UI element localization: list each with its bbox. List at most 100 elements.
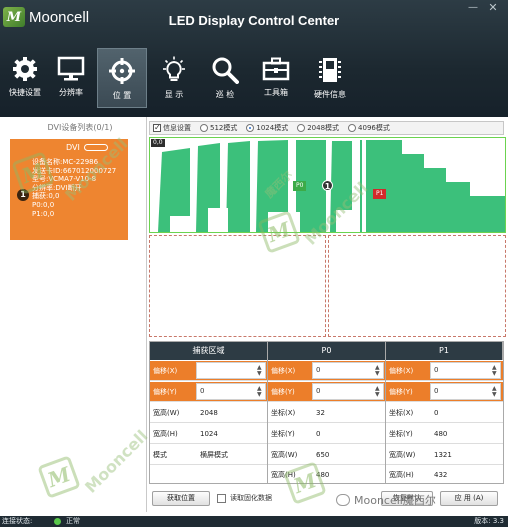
p1-coord-y-value[interactable]: 480	[434, 424, 447, 444]
field-label: 宽高(H)	[389, 471, 414, 479]
field-label: 宽高(H)	[153, 430, 178, 438]
tool-label: 显 示	[164, 90, 184, 99]
mode-radio-1024[interactable]: 1024模式	[246, 123, 288, 133]
p1-height-row: 宽高(H) 432	[386, 465, 503, 485]
tool-label: 位 置	[112, 91, 132, 100]
field-label: 偏移(Y)	[389, 388, 413, 396]
column-header: 捕获区域	[150, 342, 268, 360]
field-value: 0	[316, 366, 321, 374]
p1-width-value[interactable]: 1321	[434, 445, 452, 465]
apply-button[interactable]: 应 用 (A)	[440, 491, 498, 506]
capture-width-value[interactable]: 2048	[200, 403, 218, 423]
p0-offset-y-row: 偏移(Y) 0 ▲ ▼	[268, 382, 386, 402]
layout-canvas[interactable]: 0,0 P0 P1 1	[149, 137, 506, 337]
p0-offset-x-input[interactable]: 0 ▲ ▼	[312, 362, 384, 379]
mode-label: 2048模式	[307, 124, 340, 132]
capture-offset-y-input[interactable]: 0 ▲ ▼	[196, 383, 266, 400]
p1-column: P1 偏移(X) 0 ▲ ▼ 偏移(Y) 0 ▲ ▼ 坐标(X) 0 坐标(Y) 4…	[386, 342, 503, 483]
read-solidified-label: 读取固化数据	[230, 494, 272, 502]
position-table: 捕获区域 偏移(X) ▲ ▼ 偏移(Y) 0 ▲ ▼ 宽高(W) 2048 宽高(H…	[149, 341, 504, 484]
checkbox-icon	[217, 493, 226, 503]
capture-mode-select[interactable]: 横屏模式	[200, 445, 228, 465]
spinner-icon[interactable]: ▲ ▼	[492, 386, 498, 398]
p0-coord-y-value[interactable]: 0	[316, 424, 320, 444]
capture-column: 捕获区域 偏移(X) ▲ ▼ 偏移(Y) 0 ▲ ▼ 宽高(W) 2048 宽高(H…	[150, 342, 268, 483]
mode-label: 4096模式	[358, 124, 390, 132]
zone-tag: 0,0	[151, 139, 165, 147]
field-label: 坐标(Y)	[389, 430, 413, 438]
tool-toolbox[interactable]: 工具箱	[251, 48, 301, 108]
capture-height-value[interactable]: 1024	[200, 424, 218, 444]
mode-bar: ✓ 信息设置 512模式 1024模式 2048模式 4096模式	[149, 121, 504, 135]
spinner-icon[interactable]: ▲ ▼	[257, 386, 263, 398]
p1-offset-y-row: 偏移(Y) 0 ▲ ▼	[386, 382, 503, 402]
p0-marker[interactable]: P0	[293, 181, 307, 191]
info-settings-label: 信息设置	[163, 124, 191, 132]
p0-offset-y-input[interactable]: 0 ▲ ▼	[312, 383, 384, 400]
p1-offset-x-input[interactable]: 0 ▲ ▼	[430, 362, 501, 379]
capture-offset-x-row: 偏移(X) ▲ ▼	[150, 361, 268, 381]
spinner-icon[interactable]: ▲ ▼	[375, 365, 381, 377]
watermark-logo-icon: M	[37, 455, 81, 499]
field-label: 坐标(X)	[271, 409, 296, 417]
tool-display[interactable]: 显 示	[149, 48, 199, 108]
close-button[interactable]: ✕	[486, 2, 500, 14]
mode-radio-512[interactable]: 512模式	[200, 123, 237, 133]
get-position-button[interactable]: 获取位置	[152, 491, 210, 506]
p0-coord-x-value[interactable]: 32	[316, 403, 325, 423]
wechat-icon	[336, 494, 350, 506]
field-label: 模式	[153, 451, 167, 459]
mode-radio-2048[interactable]: 2048模式	[297, 123, 339, 133]
card-dvi-label: DVI	[66, 143, 80, 152]
capture-offset-y-row: 偏移(Y) 0 ▲ ▼	[150, 382, 268, 402]
toolbox-icon	[262, 57, 290, 81]
tool-quick-setup[interactable]: 快捷设置	[0, 48, 50, 108]
p1-offset-x-row: 偏移(X) 0 ▲ ▼	[386, 361, 503, 381]
tool-label: 硬件信息	[314, 90, 346, 99]
radio-icon	[297, 124, 306, 132]
column-divider	[267, 342, 268, 483]
tool-position[interactable]: 位 置	[97, 48, 147, 108]
field-value: 0	[316, 387, 321, 395]
p1-height-value[interactable]: 432	[434, 465, 447, 485]
p1-marker[interactable]: P1	[373, 189, 387, 199]
empty-zone-left[interactable]	[149, 235, 326, 337]
p0-coord-x-row: 坐标(X) 32	[268, 403, 386, 423]
device-info-line: P1:0,0	[32, 209, 55, 218]
field-label: 宽高(W)	[153, 409, 180, 417]
p0-coord-y-row: 坐标(Y) 0	[268, 424, 386, 444]
mode-radio-4096[interactable]: 4096模式	[348, 123, 390, 133]
chip-icon	[319, 58, 341, 82]
p0-offset-x-row: 偏移(X) 0 ▲ ▼	[268, 361, 386, 381]
bulb-icon	[163, 56, 185, 81]
p1-coord-y-row: 坐标(Y) 480	[386, 424, 503, 444]
field-label: 偏移(X)	[389, 367, 414, 375]
minimize-button[interactable]: —	[466, 2, 480, 14]
field-label: 偏移(X)	[271, 367, 296, 375]
empty-zone-right[interactable]	[328, 235, 506, 337]
p1-offset-y-input[interactable]: 0 ▲ ▼	[430, 383, 501, 400]
field-label: 坐标(X)	[389, 409, 414, 417]
field-value: 0	[434, 387, 439, 395]
connection-state: 正常	[66, 517, 80, 525]
tool-label: 快捷设置	[9, 88, 41, 97]
crosshair-icon	[109, 58, 135, 84]
info-settings-checkbox[interactable]: ✓ 信息设置	[150, 123, 191, 133]
capture-width-row: 宽高(W) 2048	[150, 403, 268, 423]
magnifier-icon	[212, 57, 239, 84]
column-header: P0	[268, 342, 386, 360]
spinner-icon[interactable]: ▲ ▼	[375, 386, 381, 398]
read-solidified-checkbox[interactable]: 读取固化数据	[217, 493, 272, 503]
spinner-icon[interactable]: ▲ ▼	[257, 365, 263, 377]
capture-mode-row: 模式 横屏模式	[150, 445, 268, 465]
capture-offset-x-input[interactable]: ▲ ▼	[196, 362, 266, 379]
device-marker: 1	[322, 180, 333, 191]
tool-resolution[interactable]: 分辨率	[46, 48, 96, 108]
p0-width-row: 宽高(W) 650	[268, 445, 386, 465]
p1-coord-x-value[interactable]: 0	[434, 403, 438, 423]
spinner-icon[interactable]: ▲ ▼	[492, 365, 498, 377]
p0-width-value[interactable]: 650	[316, 445, 329, 465]
connection-status-icon	[54, 518, 61, 525]
tool-inspect[interactable]: 巡 检	[200, 48, 250, 108]
tool-hardware-info[interactable]: 硬件信息	[305, 48, 355, 108]
